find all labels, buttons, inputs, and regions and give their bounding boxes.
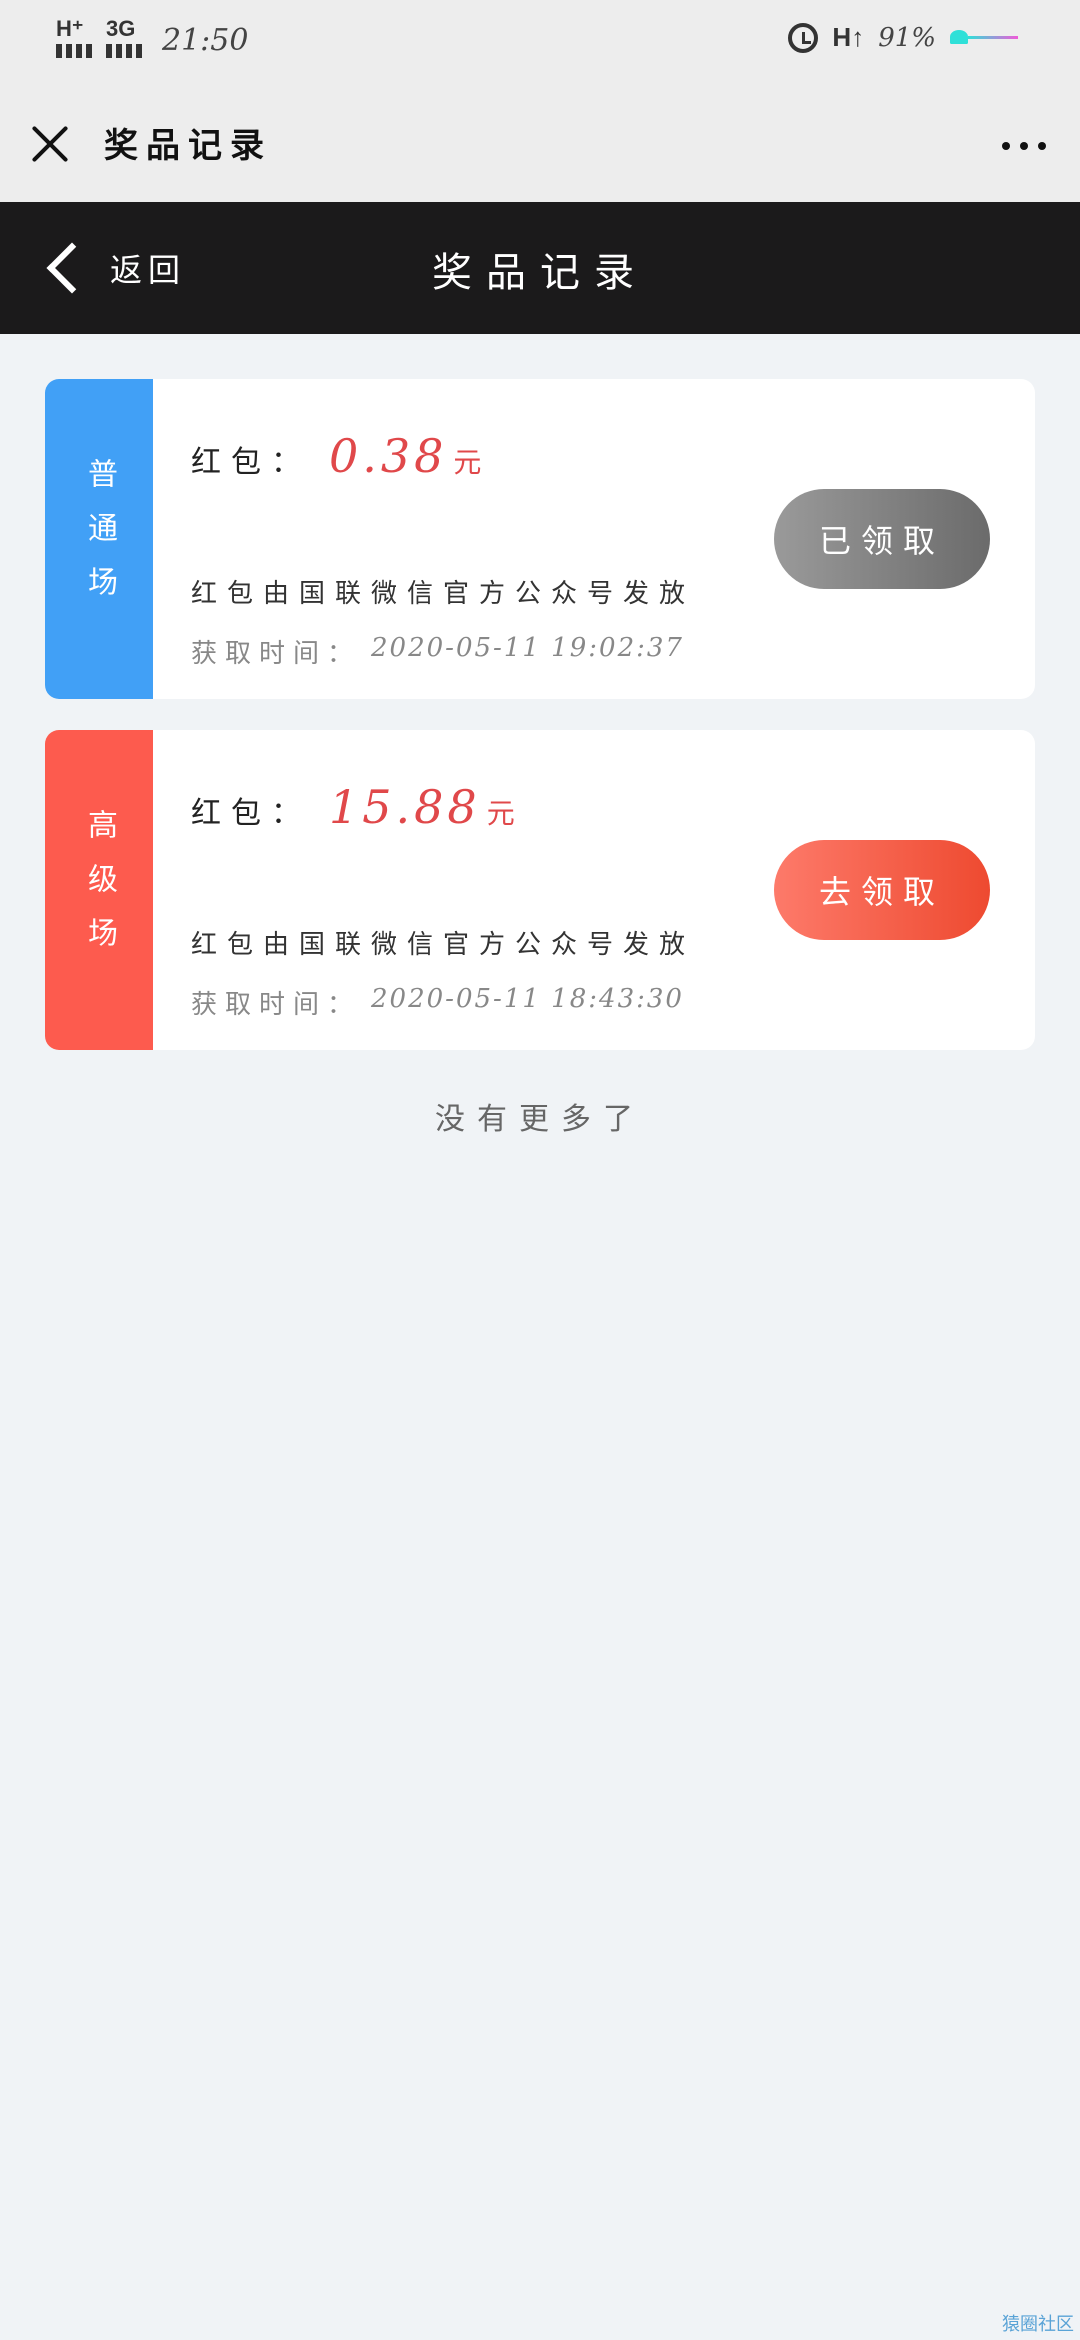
watermark: 猿圈社区 xyxy=(1002,2314,1074,2335)
page-header: 返回 奖品记录 xyxy=(0,202,1080,334)
tier-label: 普通场 xyxy=(82,458,117,620)
signal-indicator-1: H⁺ xyxy=(56,18,92,58)
app-title: 奖品记录 xyxy=(104,126,272,166)
amount-value: 0.38 xyxy=(329,429,448,483)
prize-record-card: 普通场 红包： 0.38 元 红包由国联微信官方公众号发放 获取时间： 2020… xyxy=(45,379,1035,699)
battery-percent: 91% xyxy=(878,22,936,53)
time-line: 获取时间： 2020-05-11 19:02:37 xyxy=(191,633,684,670)
issuer-text: 红包由国联微信官方公众号发放 xyxy=(191,579,696,609)
signal-2-label: 3G xyxy=(106,16,136,41)
claim-button[interactable]: 去领取 xyxy=(774,840,990,940)
page-title: 奖品记录 xyxy=(432,250,648,296)
time-value: 2020-05-11 18:43:30 xyxy=(371,984,684,1014)
amount-line: 红包： 0.38 元 xyxy=(191,429,481,483)
status-left: H⁺ 3G 21:50 xyxy=(56,18,248,58)
signal-1-label: H⁺ xyxy=(56,16,84,41)
tier-tag: 普通场 xyxy=(45,379,153,699)
more-icon[interactable] xyxy=(1002,142,1046,150)
no-more-text: 没有更多了 xyxy=(435,1102,645,1137)
signal-bars-icon xyxy=(106,44,142,58)
signal-indicator-2: 3G xyxy=(106,18,142,58)
time-label: 获取时间： xyxy=(191,639,362,669)
amount-value: 15.88 xyxy=(329,780,481,834)
amount-line: 红包： 15.88 元 xyxy=(191,780,515,834)
close-icon[interactable] xyxy=(30,124,70,164)
network-indicator: H↑ xyxy=(832,22,865,52)
tier-label: 高级场 xyxy=(82,809,117,971)
status-right: H↑ 91% xyxy=(788,22,1020,53)
amount-unit: 元 xyxy=(453,446,482,479)
app-title-bar: 奖品记录 xyxy=(0,84,1080,202)
tier-tag: 高级场 xyxy=(45,730,153,1050)
time-label: 获取时间： xyxy=(191,990,362,1020)
status-time: 21:50 xyxy=(162,23,249,58)
battery-heart-icon xyxy=(950,28,1020,48)
signal-bars-icon xyxy=(56,44,92,58)
issuer-text: 红包由国联微信官方公众号发放 xyxy=(191,930,696,960)
prize-record-card: 高级场 红包： 15.88 元 红包由国联微信官方公众号发放 获取时间： 202… xyxy=(45,730,1035,1050)
amount-label: 红包： xyxy=(191,445,311,480)
claimed-button[interactable]: 已领取 xyxy=(774,489,990,589)
amount-label: 红包： xyxy=(191,796,311,831)
status-bar: H⁺ 3G 21:50 H↑ 91% xyxy=(0,0,1080,84)
time-line: 获取时间： 2020-05-11 18:43:30 xyxy=(191,984,684,1021)
alarm-icon xyxy=(788,22,819,53)
amount-unit: 元 xyxy=(486,797,515,830)
time-value: 2020-05-11 19:02:37 xyxy=(371,633,684,663)
